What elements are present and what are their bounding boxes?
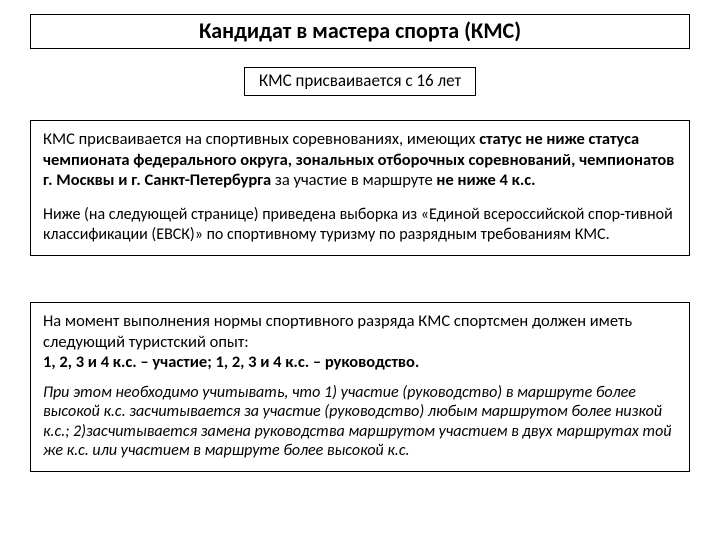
exp-para-3: При этом необходимо учитывать, что 1) уч… [43, 383, 677, 461]
subtitle-box: КМС присваивается с 16 лет [244, 67, 476, 96]
req-1c: за участие в маршруте [271, 170, 436, 190]
requirements-box: КМС присваивается на спортивных соревнов… [30, 120, 690, 256]
subtitle-text: КМС присваивается с 16 лет [259, 70, 461, 91]
req-para-1: КМС присваивается на спортивных соревнов… [43, 129, 677, 191]
req-1a: КМС присваивается на спортивных соревнов… [43, 129, 479, 149]
title-text: Кандидат в мастера спорта (КМС) [199, 17, 521, 44]
req-para-2: Ниже (на следующей странице) приведена в… [43, 205, 677, 245]
exp-para-1: На момент выполнения нормы спортивного р… [43, 311, 677, 352]
req-1d: не ниже 4 к.с. [436, 170, 535, 190]
subtitle-wrap: КМС присваивается с 16 лет [30, 49, 690, 96]
experience-box: На момент выполнения нормы спортивного р… [30, 302, 690, 472]
exp-para-2: 1, 2, 3 и 4 к.с. – участие; 1, 2, 3 и 4 … [43, 352, 677, 373]
slide: Кандидат в мастера спорта (КМС) КМС прис… [0, 0, 720, 540]
title-box: Кандидат в мастера спорта (КМС) [30, 14, 690, 49]
